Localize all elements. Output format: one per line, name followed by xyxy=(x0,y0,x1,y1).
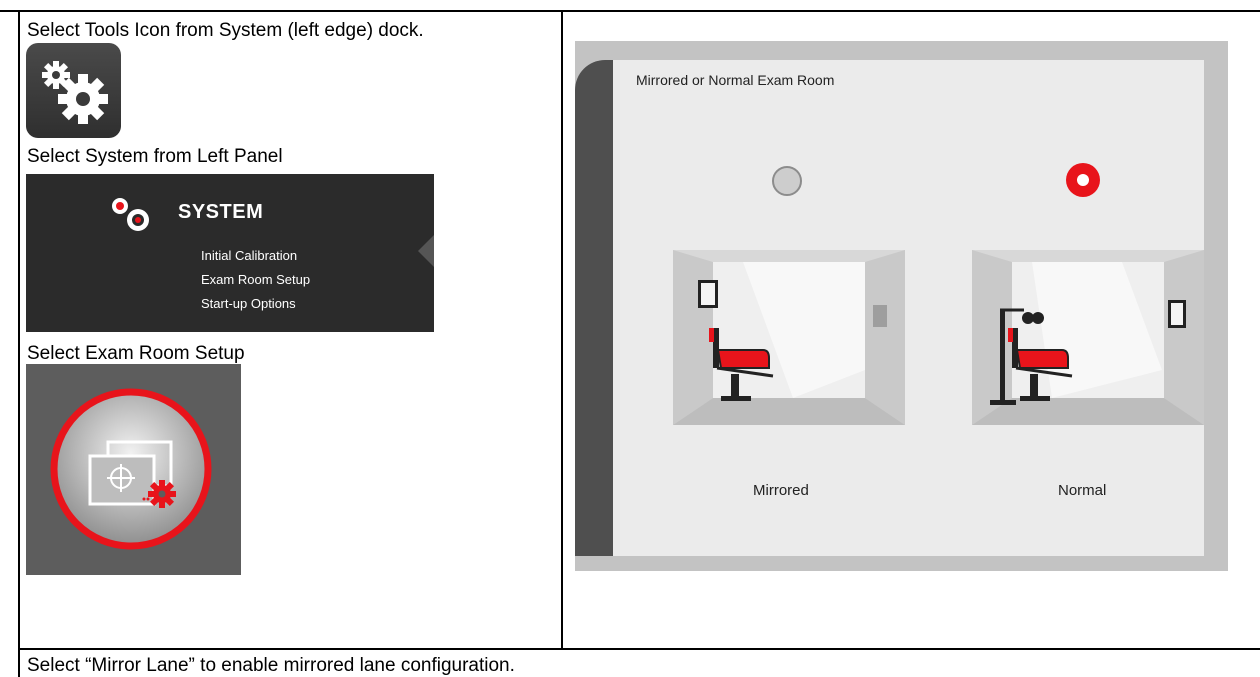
mirrored-radio[interactable] xyxy=(772,166,802,196)
tools-icon[interactable] xyxy=(26,43,121,138)
footer-caption: Select “Mirror Lane” to enable mirrored … xyxy=(27,655,515,676)
mirrored-label: Mirrored xyxy=(753,482,809,499)
table-row-divider xyxy=(18,648,1260,650)
exam-room-screen: Mirrored or Normal Exam Room Mirrored No… xyxy=(575,41,1228,571)
table-border-left xyxy=(18,10,20,677)
mirrored-room-illustration xyxy=(673,250,905,425)
gears-icon xyxy=(42,61,108,124)
selection-notch xyxy=(418,235,434,267)
table-divider xyxy=(561,10,563,650)
exam-room-setup-button[interactable] xyxy=(26,364,241,575)
table-border-top xyxy=(0,10,1260,12)
menu-item-exam-room-setup[interactable]: Exam Room Setup xyxy=(201,272,310,287)
menu-item-start-up-options[interactable]: Start-up Options xyxy=(201,296,296,311)
system-left-panel: SYSTEM Initial Calibration Exam Room Set… xyxy=(26,174,434,332)
system-menu-item[interactable]: SYSTEM xyxy=(178,201,263,224)
screen-sidebar xyxy=(575,60,613,556)
step3-caption: Select Exam Room Setup xyxy=(27,343,245,364)
normal-label: Normal xyxy=(1058,482,1107,499)
step1-caption: Select Tools Icon from System (left edge… xyxy=(27,20,424,41)
document-page: Select Tools Icon from System (left edge… xyxy=(0,0,1260,677)
menu-item-initial-calibration[interactable]: Initial Calibration xyxy=(201,248,297,263)
normal-room-illustration xyxy=(972,250,1204,425)
exam-room-title: Mirrored or Normal Exam Room xyxy=(636,72,835,88)
exam-room-setup-icon xyxy=(50,388,212,550)
system-gears-icon xyxy=(112,198,149,231)
normal-radio[interactable] xyxy=(1066,163,1100,197)
exam-room-panel: Mirrored or Normal Exam Room Mirrored No… xyxy=(575,60,1204,556)
step2-caption: Select System from Left Panel xyxy=(27,146,283,167)
